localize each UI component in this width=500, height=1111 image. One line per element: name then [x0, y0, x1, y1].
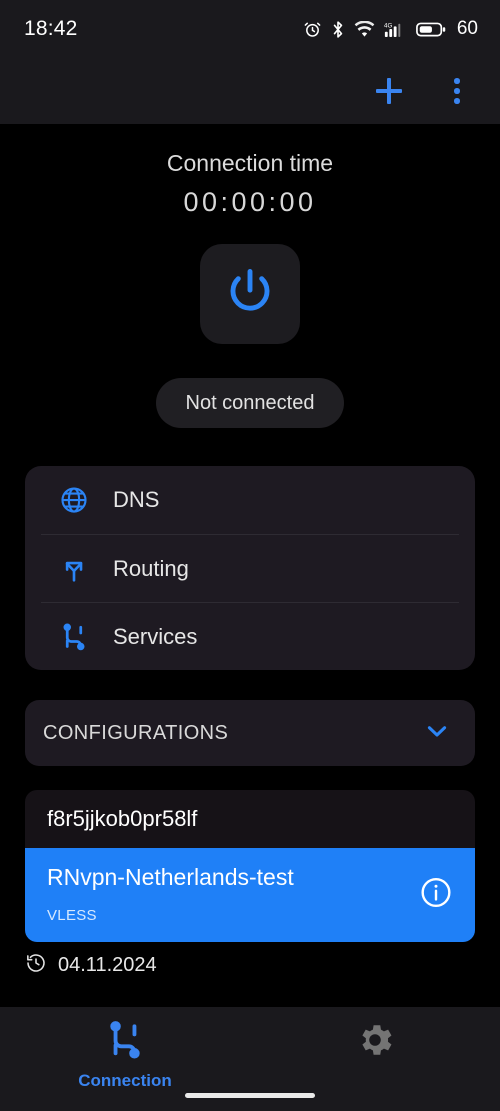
overflow-menu-button[interactable]	[434, 68, 480, 114]
power-icon	[222, 264, 278, 325]
info-circle-icon[interactable]	[419, 876, 453, 915]
last-updated-row: 04.11.2024	[25, 952, 475, 979]
menu-item-label: Services	[113, 623, 198, 649]
status-bar-icons: 4G 60	[303, 18, 478, 40]
menu-item-routing[interactable]: Routing	[41, 534, 459, 602]
configuration-list: f8r5jjkob0pr58lf RNvpn-Netherlands-test …	[25, 790, 475, 942]
add-configuration-button[interactable]	[366, 68, 412, 114]
route-split-icon	[57, 554, 91, 584]
globe-icon	[57, 485, 91, 515]
menu-item-label: DNS	[113, 487, 160, 512]
status-bar-clock: 18:42	[24, 17, 78, 40]
settings-menu-card: DNS Routing Services	[25, 466, 475, 670]
nav-item-label: Connection	[78, 1071, 172, 1090]
cable-connection-icon	[57, 622, 91, 652]
alarm-icon	[303, 20, 322, 39]
connection-time-value: 00:00:00	[183, 187, 317, 217]
history-clock-icon	[25, 952, 47, 979]
svg-text:4G: 4G	[384, 22, 392, 29]
last-updated-date: 04.11.2024	[58, 954, 157, 976]
configuration-list-item[interactable]: f8r5jjkob0pr58lf	[25, 790, 475, 848]
configuration-name: RNvpn-Netherlands-test	[47, 864, 294, 890]
menu-item-label: Routing	[113, 555, 189, 581]
configuration-name: f8r5jjkob0pr58lf	[47, 806, 198, 831]
menu-item-dns[interactable]: DNS	[41, 466, 459, 534]
app-bar	[0, 58, 500, 124]
battery-icon	[415, 21, 446, 38]
power-toggle-button[interactable]	[200, 244, 300, 344]
configuration-list-item-selected[interactable]: RNvpn-Netherlands-test VLESS	[25, 848, 475, 942]
bluetooth-icon	[331, 20, 345, 39]
nav-item-settings[interactable]	[250, 1019, 500, 1071]
configurations-section-header[interactable]: CONFIGURATIONS	[25, 700, 475, 766]
menu-item-services[interactable]: Services	[41, 602, 459, 670]
status-bar: 18:42 4G 60	[0, 0, 500, 58]
connection-time-label: Connection time	[166, 150, 334, 176]
home-indicator[interactable]	[185, 1093, 315, 1098]
kebab-menu-icon	[454, 78, 460, 104]
battery-percent-label: 60	[456, 18, 478, 39]
configurations-label: CONFIGURATIONS	[43, 721, 229, 744]
configuration-protocol: VLESS	[47, 907, 97, 924]
app-screen: 18:42 4G 60 Connection time 00:00:00 Not…	[0, 0, 500, 1111]
plus-icon	[376, 78, 402, 104]
main-content: Connection time 00:00:00 Not connected D…	[0, 124, 500, 1007]
gear-icon	[354, 1019, 396, 1066]
wifi-icon	[354, 20, 375, 38]
cable-connection-icon	[104, 1019, 146, 1066]
chevron-down-icon[interactable]	[423, 717, 451, 750]
cellular-4g-icon: 4G	[384, 20, 407, 39]
connection-status-badge: Not connected	[155, 378, 345, 428]
nav-item-connection[interactable]: Connection	[0, 1019, 250, 1091]
bottom-navigation-bar: Connection	[0, 1007, 500, 1111]
